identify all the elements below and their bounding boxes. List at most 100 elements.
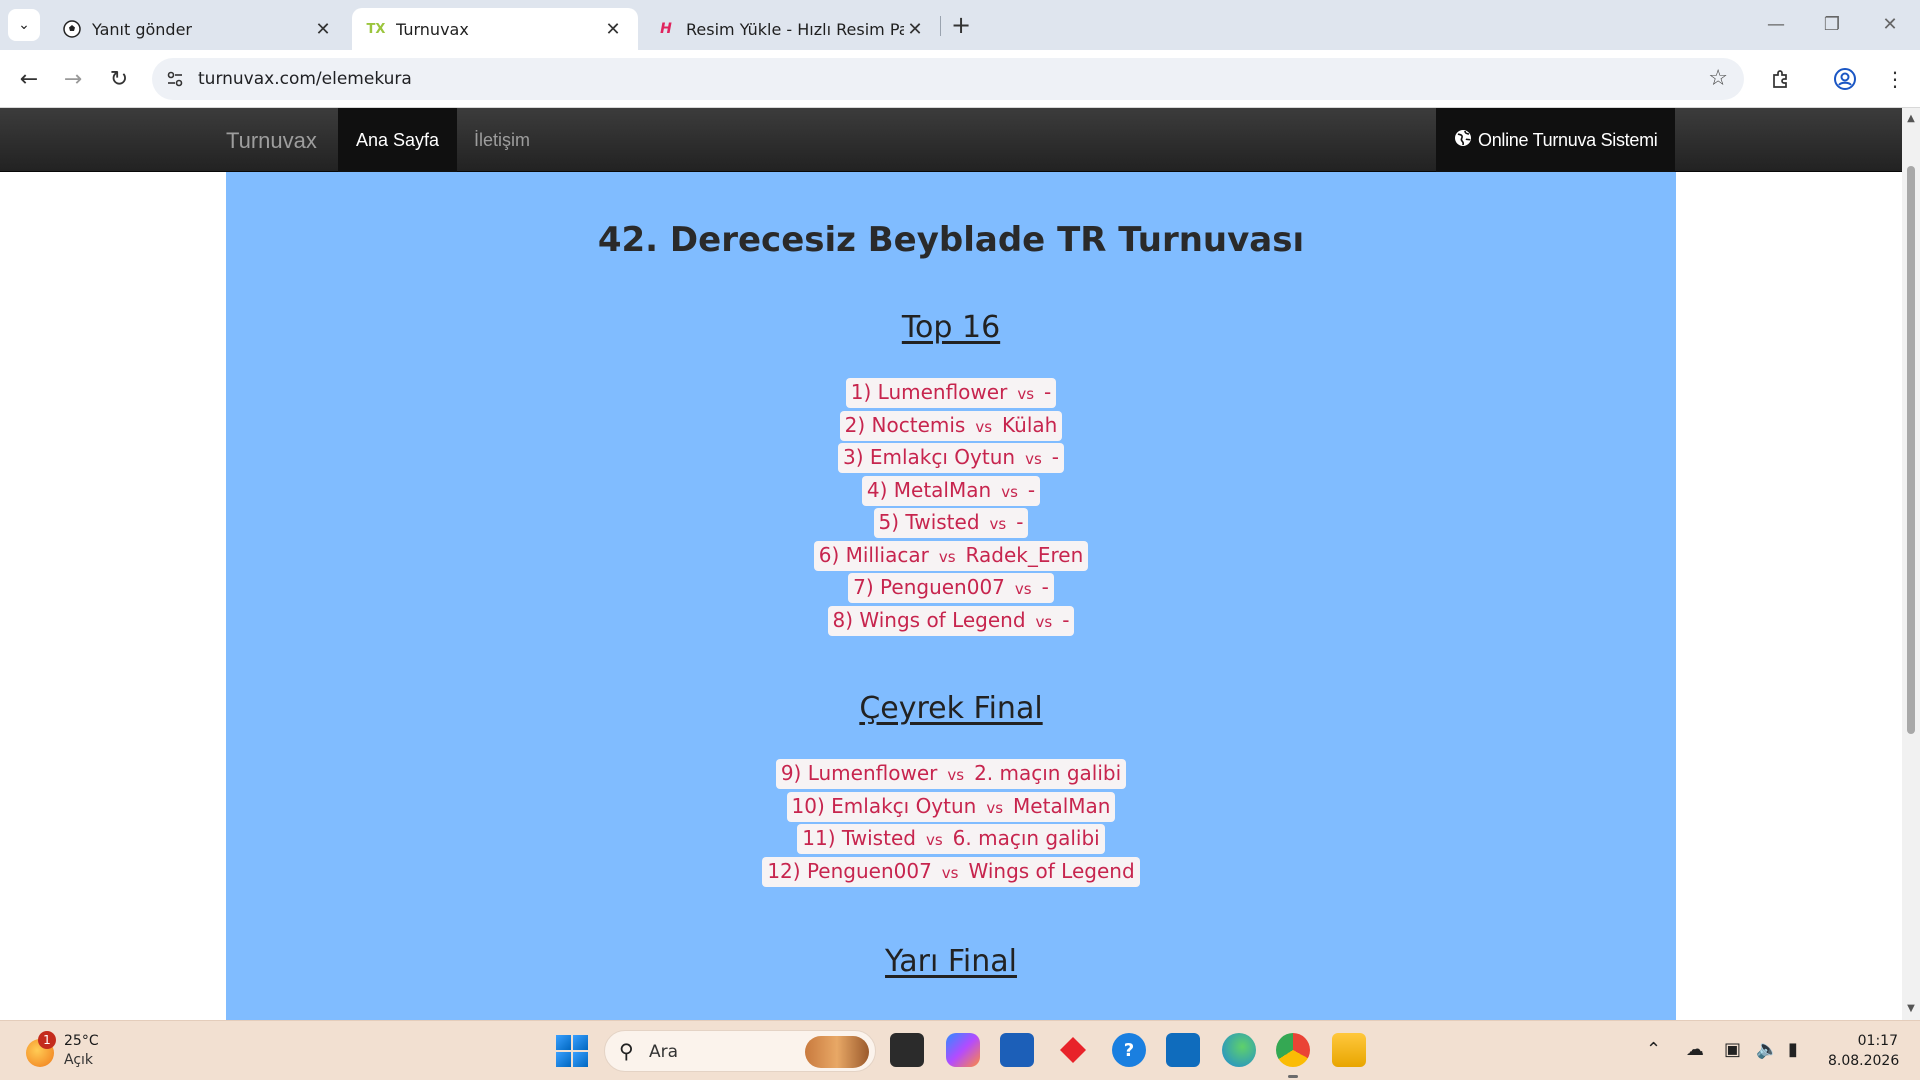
close-window-button[interactable]: ✕ [1870,10,1910,38]
match-pill[interactable]: 9) Lumenflower vs 2. maçın galibi [775,759,1127,789]
windows-logo-icon [556,1052,571,1067]
match-player: 11) Twisted [802,826,916,850]
match-opponent: - [1051,445,1059,469]
match-row: 8) Wings of Legend vs - [226,605,1676,636]
round-title-text: Yarı Final [885,944,1017,979]
edge-icon[interactable] [1222,1033,1256,1067]
match-pill[interactable]: 7) Penguen007 vs - [848,573,1054,603]
file-explorer-icon[interactable] [1332,1033,1366,1067]
scroll-up-arrow-icon[interactable]: ▲ [1906,114,1916,124]
address-bar[interactable]: turnuvax.com/elemekura ☆ [152,58,1744,100]
tab-search-button[interactable]: ⌄ [8,9,40,41]
round-title: Çeyrek Final [226,691,1676,726]
tab-title: Resim Yükle - Hızlı Resim Paylaş [686,19,904,39]
scrollbar-thumb[interactable] [1907,166,1915,734]
match-pill[interactable]: 3) Emlakçı Oytun vs - [837,443,1064,473]
match-vs: vs [986,798,1004,817]
hizli-resim-logo-icon: H [660,21,672,37]
tab-resim-yukle[interactable]: H Resim Yükle - Hızlı Resim Paylaş ✕ [642,8,940,50]
match-pill[interactable]: 11) Twisted vs 6. maçın galibi [797,824,1105,854]
restore-button[interactable]: ❐ [1812,10,1852,38]
match-row: 10) Emlakçı Oytun vs MetalMan [226,791,1676,822]
match-opponent: Külah [1002,412,1058,437]
match-vs: vs [1001,482,1018,501]
match-pill[interactable]: 12) Penguen007 vs Wings of Legend [762,856,1140,887]
start-button[interactable] [556,1035,588,1067]
brand-link[interactable]: Turnuvax [226,128,317,154]
tab-strip: ⌄ Yanıt gönder ✕ TX Turnuvax ✕ H Resim Y… [0,0,1920,50]
microsoft-store-icon[interactable] [1000,1033,1034,1067]
red-diamond-app-icon[interactable] [1056,1033,1090,1067]
match-row: 7) Penguen007 vs - [226,573,1676,603]
match-player: 9) Lumenflower [780,761,938,785]
match-row: 6) Milliacar vs Radek_Eren [226,540,1676,571]
browser-toolbar: ← → ↻ turnuvax.com/elemekura ☆ ⋮ [0,50,1920,108]
menu-kebab-icon[interactable]: ⋮ [1880,64,1910,94]
back-button[interactable]: ← [14,64,44,94]
match-player: 12) Penguen007 [767,858,932,883]
bracket-content: 42. Derecesiz Beyblade TR Turnuvası Top … [226,172,1676,1020]
reload-button[interactable]: ↻ [104,64,134,94]
match-opponent: 2. maçın galibi [974,761,1122,785]
match-pill[interactable]: 8) Wings of Legend vs - [827,605,1075,636]
windows-logo-icon [573,1035,588,1050]
round-title: Yarı Final [226,944,1676,979]
match-vs: vs [1017,385,1035,403]
match-opponent: Wings of Legend [968,858,1135,883]
close-icon[interactable]: ✕ [904,18,926,40]
page-scrollbar[interactable]: ▲ ▼ [1902,108,1920,1020]
match-player: 6) Milliacar [818,542,929,567]
turnuvax-logo-icon: TX [366,21,386,37]
copilot-icon[interactable] [946,1033,980,1067]
onedrive-icon[interactable]: ☁ [1686,1039,1704,1060]
active-app-indicator [1288,1075,1298,1078]
system-clock[interactable]: 01:17 8.08.2026 [1828,1031,1899,1071]
nav-contact[interactable]: İletişim [456,108,548,172]
match-pill[interactable]: 10) Emlakçı Oytun vs MetalMan [786,791,1116,822]
match-opponent: - [1062,607,1070,632]
weather-widget[interactable]: 1 25°C Açık [24,1029,134,1073]
weather-condition: Açık [64,1052,94,1068]
match-pill[interactable]: 2) Noctemis vs Külah [839,410,1063,441]
minimize-button[interactable]: — [1756,10,1796,38]
volume-icon[interactable]: 🔈 [1756,1039,1778,1060]
close-icon[interactable]: ✕ [602,18,624,40]
outlook-icon[interactable] [1166,1033,1200,1067]
new-tab-button[interactable]: + [948,11,974,39]
match-pill[interactable]: 5) Twisted vs - [873,508,1029,538]
match-row: 5) Twisted vs - [226,508,1676,538]
match-player: 3) Emlakçı Oytun [842,445,1016,469]
nav-online-tournament[interactable]: Online Turnuva Sistemi [1436,108,1675,172]
chrome-icon[interactable] [1276,1033,1310,1067]
bookmark-star-icon[interactable]: ☆ [1708,66,1728,91]
match-player: 4) MetalMan [866,477,992,502]
nav-right-label: Online Turnuva Sistemi [1478,129,1658,150]
help-icon[interactable]: ? [1112,1033,1146,1067]
match-vs: vs [947,766,965,784]
match-pill[interactable]: 1) Lumenflower vs - [845,378,1057,408]
close-icon[interactable]: ✕ [312,18,334,40]
tab-turnuvax[interactable]: TX Turnuvax ✕ [352,8,638,50]
profile-icon[interactable] [1830,64,1860,94]
match-vs: vs [1035,612,1053,631]
site-info-icon[interactable] [164,68,186,90]
match-opponent: - [1027,477,1036,502]
tab-yanit-gonder[interactable]: Yanıt gönder ✕ [48,8,348,50]
nav-home[interactable]: Ana Sayfa [338,108,458,172]
match-vs: vs [975,417,993,436]
chevron-down-icon: ⌄ [18,17,30,33]
page-title: 42. Derecesiz Beyblade TR Turnuvası [597,220,1305,260]
match-opponent: - [1041,575,1049,599]
chevron-up-icon[interactable]: ⌃ [1646,1039,1661,1060]
extensions-icon[interactable] [1766,64,1796,94]
match-pill[interactable]: 4) MetalMan vs - [861,475,1041,506]
task-view-icon[interactable] [890,1033,924,1067]
match-player: 2) Noctemis [844,412,966,437]
taskbar-search[interactable]: ⚲ Ara [604,1030,876,1072]
battery-icon[interactable]: ▮ [1788,1039,1798,1060]
match-pill[interactable]: 6) Milliacar vs Radek_Eren [813,540,1089,571]
forward-button[interactable]: → [58,64,88,94]
windows-logo-icon [573,1052,588,1067]
network-icon[interactable]: ▣ [1724,1039,1741,1060]
scroll-down-arrow-icon[interactable]: ▼ [1906,1004,1916,1014]
